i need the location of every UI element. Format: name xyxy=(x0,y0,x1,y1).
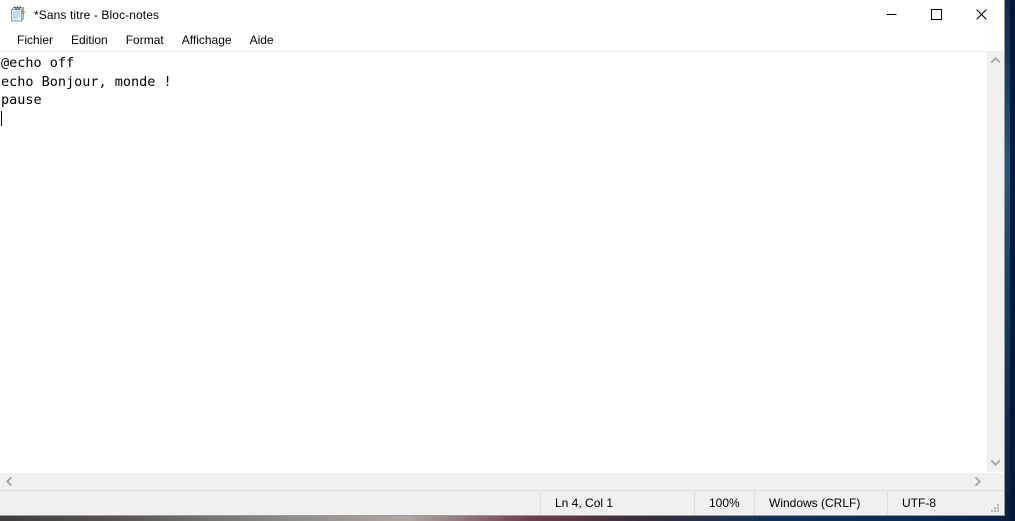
menu-item-format[interactable]: Format xyxy=(117,31,173,49)
notepad-window: *Sans titre - Bloc-notes Fichier Edition… xyxy=(0,0,1005,516)
status-zoom-level[interactable]: 100% xyxy=(694,491,754,515)
scrollbar-corner xyxy=(987,473,1004,490)
text-editor[interactable]: @echo off echo Bonjour, monde ! pause xyxy=(0,52,986,472)
minimize-icon xyxy=(886,14,897,15)
menu-item-affichage[interactable]: Affichage xyxy=(173,31,241,49)
status-cursor-position[interactable]: Ln 4, Col 1 xyxy=(540,491,694,515)
minimize-button[interactable] xyxy=(869,0,914,29)
status-line-ending[interactable]: Windows (CRLF) xyxy=(754,491,887,515)
title-bar-left: *Sans titre - Bloc-notes xyxy=(0,0,159,29)
title-bar[interactable]: *Sans titre - Bloc-notes xyxy=(0,0,1004,29)
horizontal-scrollbar[interactable] xyxy=(0,472,1004,490)
scroll-right-icon[interactable] xyxy=(969,473,987,490)
scroll-left-icon[interactable] xyxy=(0,473,18,490)
status-encoding[interactable]: UTF-8 xyxy=(887,491,987,515)
scroll-down-icon[interactable] xyxy=(987,454,1004,472)
close-button[interactable] xyxy=(959,0,1004,29)
editor-line-2: echo Bonjour, monde ! xyxy=(1,73,172,90)
vertical-scrollbar[interactable] xyxy=(986,51,1004,472)
close-icon xyxy=(976,9,987,20)
status-bar: Ln 4, Col 1 100% Windows (CRLF) UTF-8 xyxy=(0,490,1004,515)
desktop-background-right-edge xyxy=(1010,0,1015,521)
menu-item-aide[interactable]: Aide xyxy=(241,31,283,49)
editor-line-3: pause xyxy=(1,92,42,108)
menu-item-edition[interactable]: Edition xyxy=(62,31,117,49)
menu-item-fichier[interactable]: Fichier xyxy=(8,31,62,49)
notepad-icon xyxy=(9,6,26,23)
maximize-button[interactable] xyxy=(914,0,959,29)
window-controls xyxy=(869,0,1004,29)
scroll-up-icon[interactable] xyxy=(987,51,1004,69)
status-bar-spacer xyxy=(0,491,540,515)
resize-grip[interactable] xyxy=(987,491,1004,515)
maximize-icon xyxy=(931,9,942,20)
text-caret xyxy=(1,110,2,126)
text-editor-wrapper[interactable]: @echo off echo Bonjour, monde ! pause xyxy=(0,51,986,472)
vertical-scrollbar-track[interactable] xyxy=(987,69,1004,454)
window-title: *Sans titre - Bloc-notes xyxy=(34,7,160,22)
editor-line-1: @echo off xyxy=(1,55,75,71)
menu-bar: Fichier Edition Format Affichage Aide xyxy=(0,29,1004,51)
editor-area: @echo off echo Bonjour, monde ! pause xyxy=(0,51,1004,472)
